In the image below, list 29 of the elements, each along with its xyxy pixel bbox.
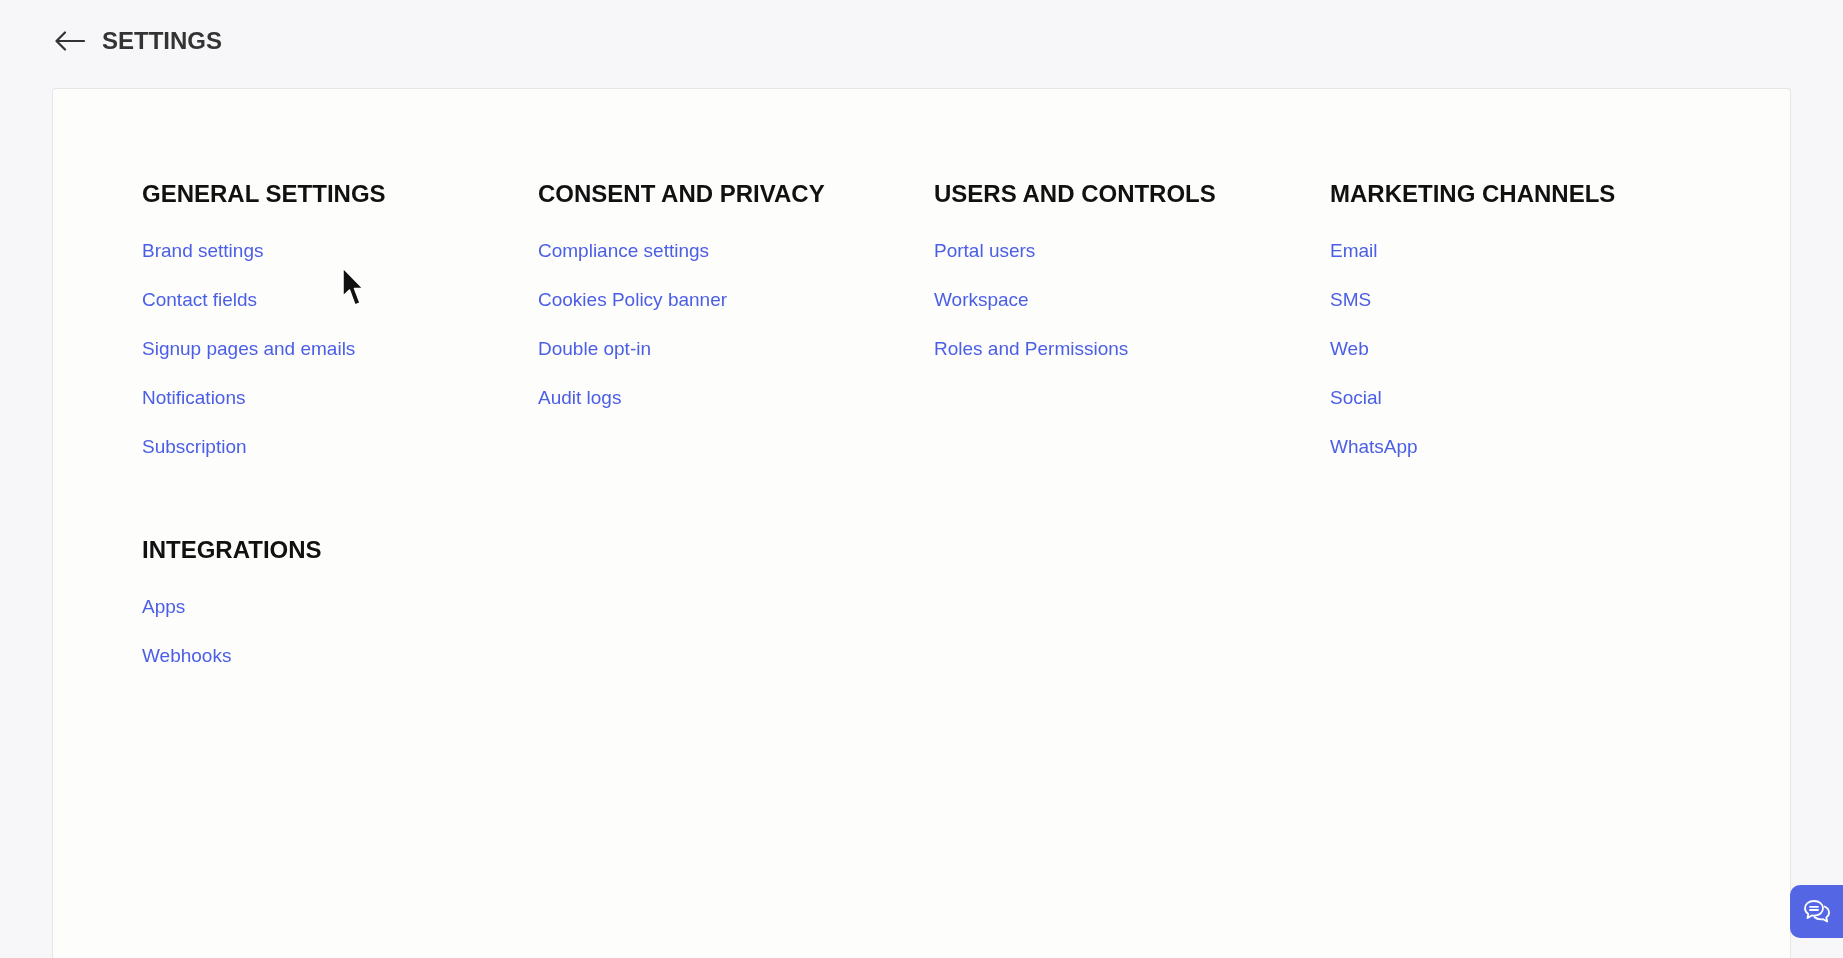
section-heading: CONSENT AND PRIVACY bbox=[538, 179, 825, 209]
settings-link[interactable]: Email bbox=[1330, 237, 1378, 265]
settings-link[interactable]: Contact fields bbox=[142, 286, 258, 314]
settings-link[interactable]: Audit logs bbox=[538, 384, 622, 412]
settings-link[interactable]: Compliance settings bbox=[538, 237, 710, 265]
section-heading: GENERAL SETTINGS bbox=[142, 179, 386, 209]
section-heading: USERS AND CONTROLS bbox=[934, 179, 1216, 209]
settings-link[interactable]: Portal users bbox=[934, 237, 1036, 265]
settings-link[interactable]: Double opt-in bbox=[538, 335, 652, 363]
settings-link[interactable]: Workspace bbox=[934, 286, 1029, 314]
settings-link[interactable]: SMS bbox=[1330, 286, 1372, 314]
settings-link[interactable]: Signup pages and emails bbox=[142, 335, 356, 363]
settings-link[interactable]: WhatsApp bbox=[1330, 433, 1418, 461]
back-arrow-icon[interactable] bbox=[55, 31, 85, 51]
settings-link[interactable]: Cookies Policy banner bbox=[538, 286, 728, 314]
settings-link[interactable]: Subscription bbox=[142, 433, 247, 461]
mouse-pointer-icon bbox=[342, 267, 364, 307]
settings-link[interactable]: Apps bbox=[142, 593, 186, 621]
page-title: SETTINGS bbox=[102, 27, 222, 55]
settings-link[interactable]: Social bbox=[1330, 384, 1382, 412]
chat-bubbles-icon bbox=[1802, 898, 1831, 925]
settings-link[interactable]: Brand settings bbox=[142, 237, 264, 265]
settings-link[interactable]: Web bbox=[1330, 335, 1369, 363]
chat-button[interactable] bbox=[1790, 885, 1843, 938]
section-heading: INTEGRATIONS bbox=[142, 535, 322, 565]
settings-link[interactable]: Notifications bbox=[142, 384, 246, 412]
settings-link[interactable]: Webhooks bbox=[142, 642, 232, 670]
settings-link[interactable]: Roles and Permissions bbox=[934, 335, 1129, 363]
section-heading: MARKETING CHANNELS bbox=[1330, 179, 1616, 209]
